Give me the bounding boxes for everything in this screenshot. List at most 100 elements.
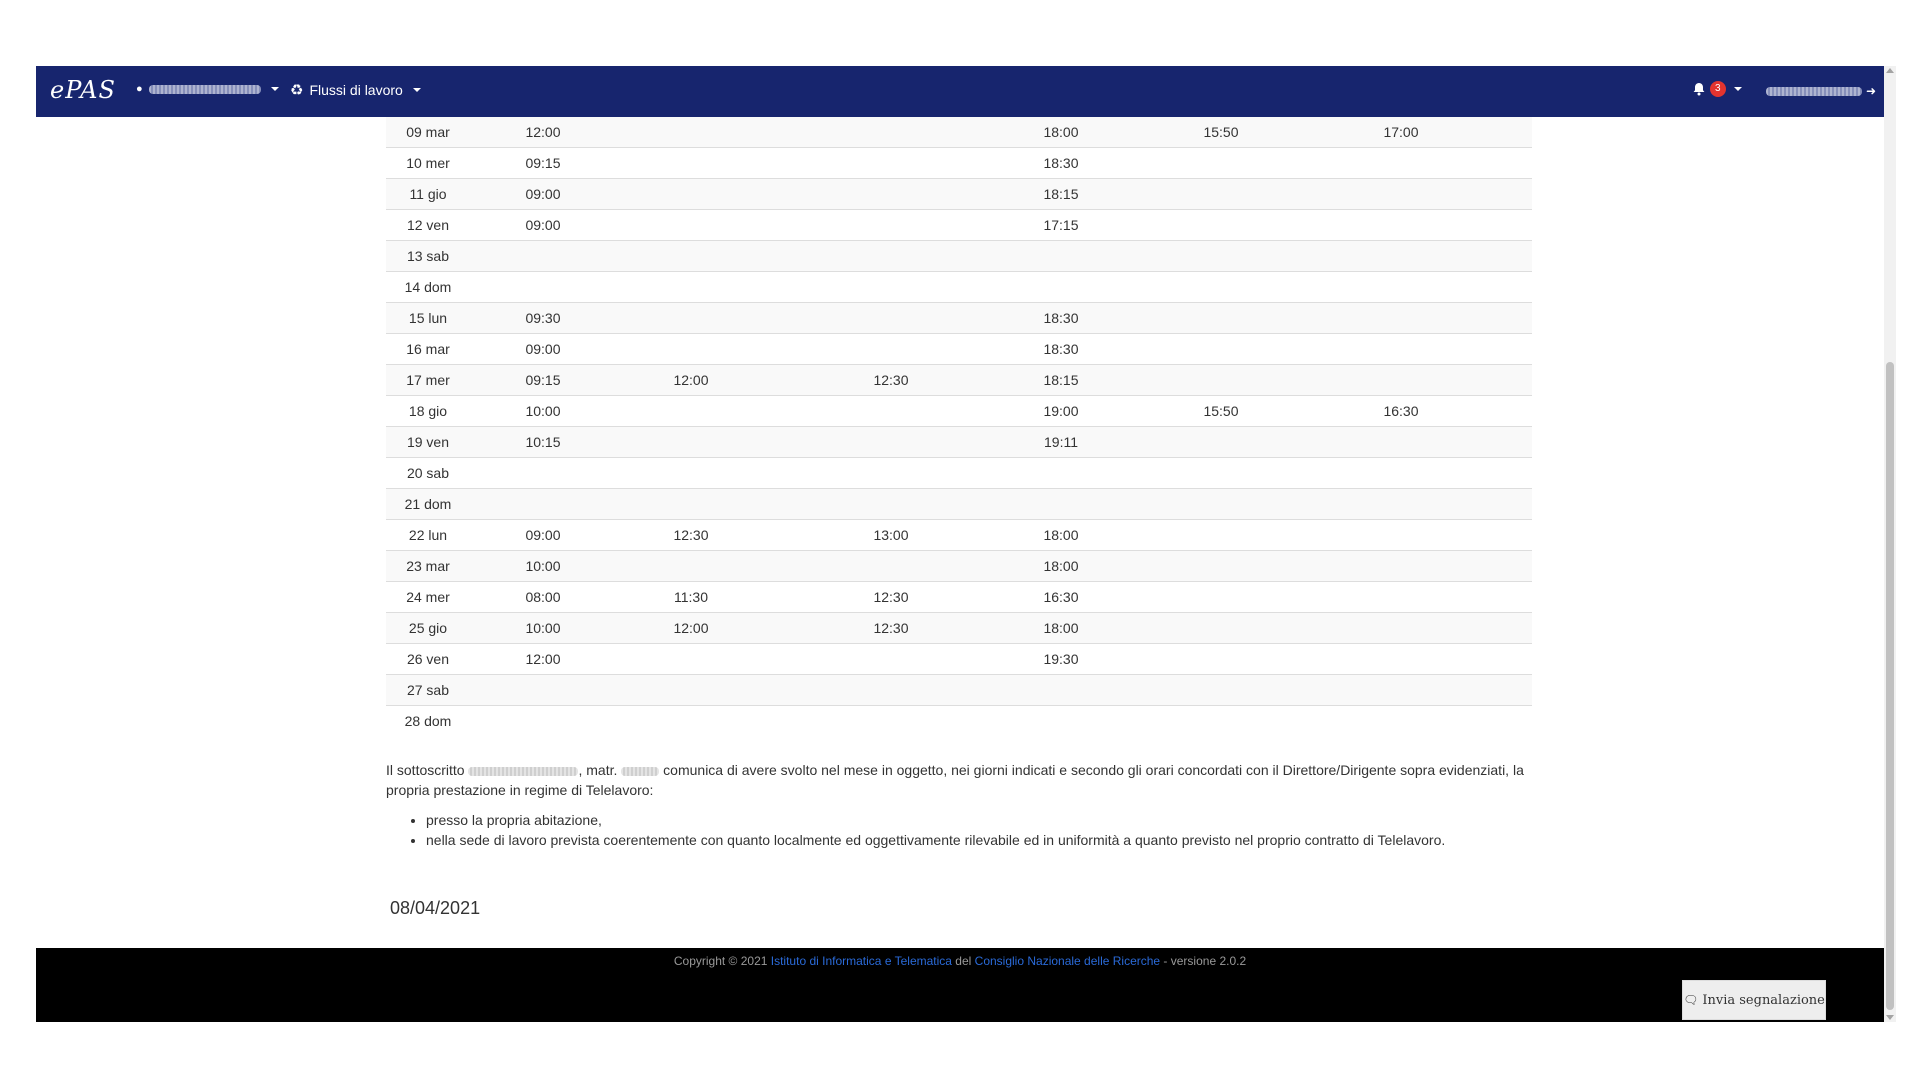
day-cell: 27 sab bbox=[386, 674, 470, 706]
time-cell: 08:00 bbox=[470, 581, 616, 613]
report-button[interactable]: 🗨 Invia segnalazione bbox=[1682, 980, 1826, 1020]
table-row: 14 dom bbox=[386, 271, 1532, 303]
account-name-redacted bbox=[1766, 86, 1862, 96]
empty-cell bbox=[1466, 271, 1532, 303]
day-cell: 13 sab bbox=[386, 240, 470, 272]
table-row: 25 gio 10:00 12:00 12:30 18:00 bbox=[386, 612, 1532, 644]
time-cell bbox=[616, 117, 766, 148]
time-cell bbox=[1336, 705, 1466, 736]
time-cell bbox=[616, 674, 766, 706]
workflows-menu[interactable]: ♻ Flussi di lavoro bbox=[290, 81, 421, 99]
time-cell bbox=[470, 705, 616, 736]
cnr-link[interactable]: Consiglio Nazionale delle Ricerche bbox=[975, 954, 1160, 968]
time-cell bbox=[1016, 271, 1106, 303]
time-cell: 12:00 bbox=[616, 612, 766, 644]
brand-logo[interactable]: ePAS bbox=[50, 76, 116, 104]
table-row: 12 ven 09:00 17:15 bbox=[386, 209, 1532, 241]
notification-badge: 3 bbox=[1710, 81, 1726, 97]
time-cell bbox=[766, 117, 1016, 148]
time-cell bbox=[470, 240, 616, 272]
time-cell bbox=[1106, 581, 1336, 613]
table-row: 22 lun 09:00 12:30 13:00 18:00 bbox=[386, 519, 1532, 551]
time-cell bbox=[616, 426, 766, 458]
time-cell: 19:30 bbox=[1016, 643, 1106, 675]
time-cell: 12:00 bbox=[470, 117, 616, 148]
time-cell bbox=[1336, 209, 1466, 241]
employee-number-redacted bbox=[621, 766, 660, 776]
app-window: ePAS ● ♻ Flussi di lavoro 3 ➜ 09 mar 12:0… bbox=[36, 66, 1884, 1022]
day-cell: 16 mar bbox=[386, 333, 470, 365]
user-name-redacted bbox=[148, 84, 261, 94]
time-cell bbox=[766, 426, 1016, 458]
time-cell: 09:00 bbox=[470, 209, 616, 241]
time-cell bbox=[766, 147, 1016, 179]
day-cell: 24 mer bbox=[386, 581, 470, 613]
institute-link[interactable]: Istituto di Informatica e Telematica bbox=[771, 954, 952, 968]
time-cell: 09:00 bbox=[470, 178, 616, 210]
table-row: 13 sab bbox=[386, 240, 1532, 272]
time-cell: 12:30 bbox=[766, 612, 1016, 644]
time-cell bbox=[1336, 302, 1466, 334]
time-cell bbox=[1016, 488, 1106, 520]
time-cell bbox=[766, 178, 1016, 210]
empty-cell bbox=[1466, 302, 1532, 334]
scroll-down-icon[interactable] bbox=[1886, 1015, 1894, 1020]
time-cell bbox=[1016, 457, 1106, 489]
scroll-up-icon[interactable] bbox=[1886, 68, 1894, 73]
time-cell: 18:15 bbox=[1016, 364, 1106, 396]
day-cell: 23 mar bbox=[386, 550, 470, 582]
footer: Copyright © 2021 Istituto di Informatica… bbox=[36, 948, 1884, 1022]
user-icon: ● bbox=[136, 83, 143, 95]
time-cell bbox=[1336, 643, 1466, 675]
notifications-menu[interactable]: 3 bbox=[1692, 81, 1742, 97]
time-cell: 18:30 bbox=[1016, 302, 1106, 334]
time-cell bbox=[766, 643, 1016, 675]
time-cell bbox=[1336, 178, 1466, 210]
day-cell: 19 ven bbox=[386, 426, 470, 458]
time-cell bbox=[766, 271, 1016, 303]
day-cell: 14 dom bbox=[386, 271, 470, 303]
time-cell bbox=[1336, 519, 1466, 551]
time-cell: 09:00 bbox=[470, 519, 616, 551]
time-cell: 18:00 bbox=[1016, 550, 1106, 582]
scrollbar-thumb[interactable] bbox=[1886, 362, 1894, 1010]
time-cell bbox=[470, 457, 616, 489]
day-cell: 12 ven bbox=[386, 209, 470, 241]
logout-icon[interactable]: ➜ bbox=[1866, 84, 1876, 98]
declaration: Il sottoscritto , matr. comunica di aver… bbox=[386, 760, 1532, 850]
time-cell: 10:00 bbox=[470, 612, 616, 644]
day-cell: 15 lun bbox=[386, 302, 470, 334]
time-cell: 12:30 bbox=[766, 581, 1016, 613]
time-cell bbox=[1336, 426, 1466, 458]
time-cell bbox=[1106, 333, 1336, 365]
time-cell: 19:11 bbox=[1016, 426, 1106, 458]
employee-name-redacted bbox=[468, 766, 579, 776]
time-cell: 10:00 bbox=[470, 395, 616, 427]
account-menu[interactable]: ➜ bbox=[1766, 84, 1876, 98]
time-cell bbox=[766, 674, 1016, 706]
copyright-prefix: Copyright © 2021 bbox=[673, 954, 771, 968]
time-cell: 18:30 bbox=[1016, 333, 1106, 365]
time-cell bbox=[616, 643, 766, 675]
recycle-icon: ♻ bbox=[290, 82, 304, 99]
time-cell bbox=[1106, 705, 1336, 736]
user-menu[interactable]: ● bbox=[136, 83, 279, 95]
time-cell bbox=[766, 488, 1016, 520]
time-cell: 10:15 bbox=[470, 426, 616, 458]
navbar: ePAS ● ♻ Flussi di lavoro 3 ➜ bbox=[36, 66, 1884, 117]
table-row: 11 gio 09:00 18:15 bbox=[386, 178, 1532, 210]
time-cell: 09:30 bbox=[470, 302, 616, 334]
table-row: 20 sab bbox=[386, 457, 1532, 489]
time-cell bbox=[1336, 333, 1466, 365]
empty-cell bbox=[1466, 395, 1532, 427]
vertical-scrollbar[interactable] bbox=[1884, 66, 1896, 1022]
time-cell bbox=[1016, 240, 1106, 272]
time-cell bbox=[616, 395, 766, 427]
day-cell: 17 mer bbox=[386, 364, 470, 396]
time-cell: 16:30 bbox=[1336, 395, 1466, 427]
time-cell: 17:00 bbox=[1336, 117, 1466, 148]
time-cell bbox=[470, 271, 616, 303]
empty-cell bbox=[1466, 612, 1532, 644]
version-text: - versione 2.0.2 bbox=[1160, 954, 1247, 968]
empty-cell bbox=[1466, 209, 1532, 241]
